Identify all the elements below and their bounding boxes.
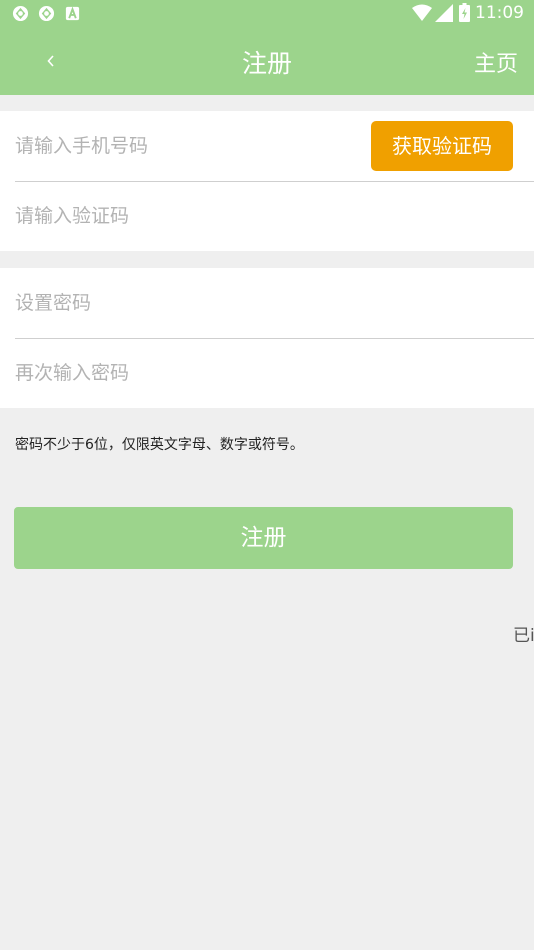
password-hint: 密码不少于6位，仅限英文字母、数字或符号。 [15,437,304,453]
a-letter-icon [65,6,80,21]
code-row [0,181,534,251]
password-row [0,268,534,338]
signal-icon [435,4,453,22]
status-bar: 11:09 [0,0,534,28]
app-bar: 注册 主页 [0,28,534,95]
home-button[interactable]: 主页 [474,46,518,78]
clock: 11:09 [475,3,524,23]
register-button[interactable]: 注册 [14,507,513,569]
app-notification-icon [12,5,29,22]
password-group [0,268,534,408]
login-link[interactable]: 已i [513,621,534,646]
battery-icon [459,3,470,22]
get-code-button[interactable]: 获取验证码 [371,121,513,171]
confirm-password-input[interactable] [15,338,515,408]
verification-group: 获取验证码 [0,111,534,251]
password-input[interactable] [15,268,515,338]
app-notification-icon [38,5,55,22]
confirm-password-row [0,338,534,408]
wifi-icon [412,4,432,21]
verification-code-input[interactable] [15,181,515,251]
phone-input[interactable] [15,111,360,181]
page-title: 注册 [241,49,292,78]
phone-row: 获取验证码 [0,111,534,181]
